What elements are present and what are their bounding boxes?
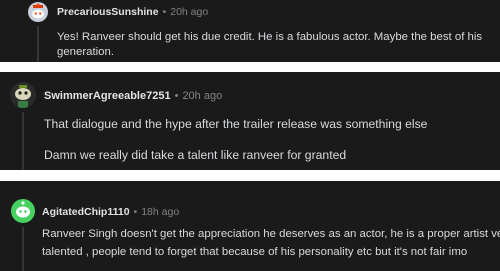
comment-text-line: generation.	[57, 46, 114, 58]
thread-rail[interactable]	[22, 227, 24, 271]
comment-meta: AgitatedChip1110 • 18h ago	[42, 206, 179, 218]
avatar-snoo-icon[interactable]	[10, 82, 36, 108]
timestamp[interactable]: 18h ago	[141, 206, 179, 218]
separator-dot: •	[174, 90, 179, 102]
timestamp[interactable]: 20h ago	[182, 90, 222, 102]
separator-dot: •	[162, 6, 167, 18]
username[interactable]: PrecariousSunshine	[57, 6, 159, 18]
thread-rail[interactable]	[37, 26, 39, 62]
comment-meta: PrecariousSunshine • 20h ago	[57, 6, 208, 18]
avatar-snoo-icon[interactable]	[28, 2, 48, 22]
comment-text-line: That dialogue and the hype after the tra…	[44, 117, 428, 131]
username[interactable]: SwimmerAgreeable7251	[44, 90, 171, 102]
thread-rail[interactable]	[22, 112, 24, 170]
comment-text-line: Ranveer Singh doesn't get the appreciati…	[42, 228, 500, 240]
username[interactable]: AgitatedChip1110	[42, 206, 130, 218]
comment-text-line: talented , people tend to forget that be…	[42, 246, 468, 258]
timestamp[interactable]: 20h ago	[170, 6, 208, 18]
comment-text-line: Damn we really did take a talent like ra…	[44, 148, 347, 162]
separator-dot: •	[133, 206, 138, 218]
comment-meta: SwimmerAgreeable7251 • 20h ago	[44, 90, 222, 102]
comment-card-1: PrecariousSunshine • 20h ago Yes! Ranveer …	[0, 0, 500, 62]
comment-card-3: AgitatedChip1110 • 18h ago Ranveer Singh d…	[0, 181, 500, 271]
comment-card-2: SwimmerAgreeable7251 • 20h ago That dialog…	[0, 72, 500, 170]
avatar-snoo-icon[interactable]	[11, 199, 35, 223]
comment-text-line: Yes! Ranveer should get his due credit. …	[57, 31, 483, 43]
